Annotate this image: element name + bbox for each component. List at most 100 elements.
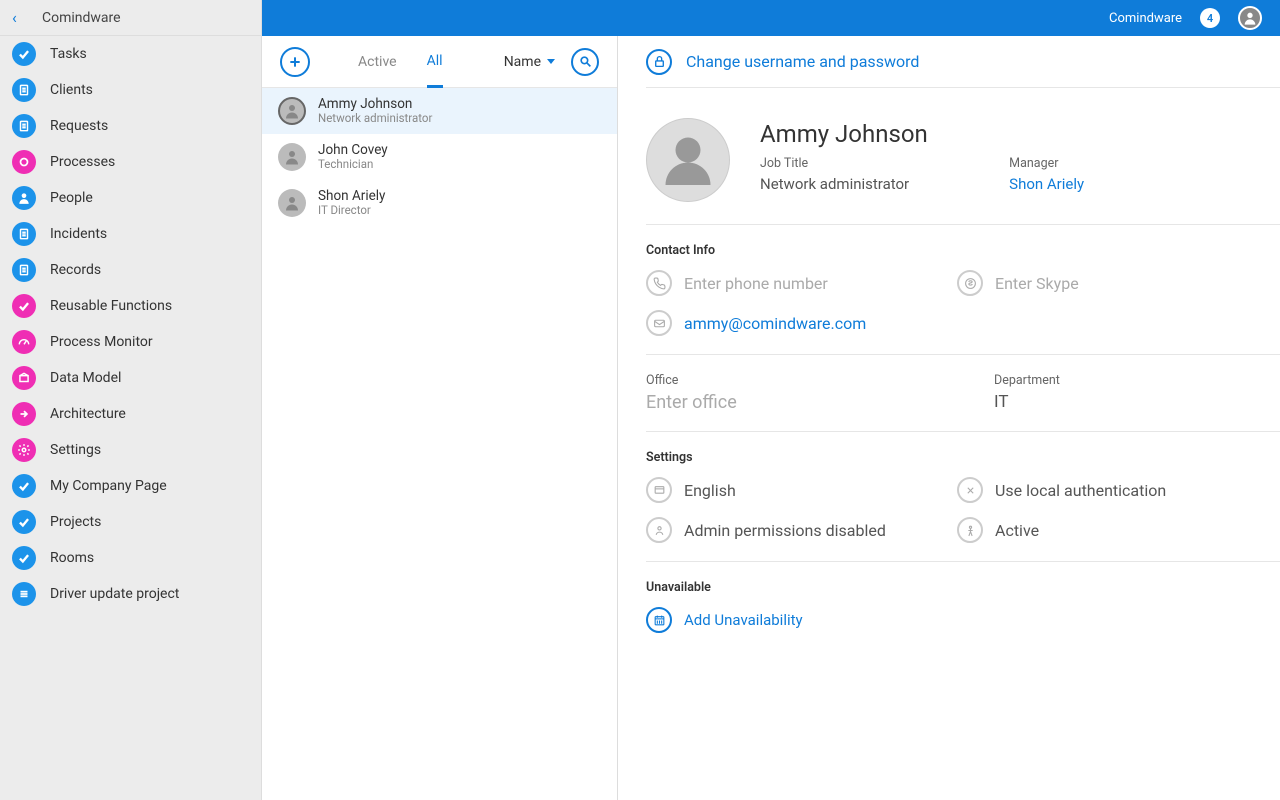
manager-link[interactable]: Shon Ariely	[1009, 175, 1084, 193]
box-icon	[12, 366, 36, 390]
tab-active[interactable]: Active	[358, 36, 397, 87]
sidebar-item-architecture[interactable]: Architecture	[0, 396, 261, 432]
profile-avatar[interactable]	[646, 118, 730, 202]
doc-icon	[12, 78, 36, 102]
sidebar-item-tasks[interactable]: Tasks	[0, 36, 261, 72]
person-name: John Covey	[318, 142, 388, 158]
calendar-icon	[646, 607, 672, 633]
admin-value[interactable]: Admin permissions disabled	[684, 521, 886, 540]
person-role: Network administrator	[318, 112, 432, 126]
notification-badge[interactable]: 4	[1200, 8, 1220, 28]
sidebar-item-my-company-page[interactable]: My Company Page	[0, 468, 261, 504]
office-input[interactable]: Enter office	[646, 392, 904, 413]
sidebar-item-label: Tasks	[50, 46, 87, 62]
status-value[interactable]: Active	[995, 521, 1039, 540]
sidebar-item-data-model[interactable]: Data Model	[0, 360, 261, 396]
person-role: IT Director	[318, 204, 385, 218]
status-icon	[957, 517, 983, 543]
sidebar-item-label: Incidents	[50, 226, 107, 242]
sidebar-item-label: Data Model	[50, 370, 121, 386]
avatar	[278, 189, 306, 217]
sidebar-item-processes[interactable]: Processes	[0, 144, 261, 180]
email-icon	[646, 310, 672, 336]
lines-icon	[12, 582, 36, 606]
sidebar-item-label: People	[50, 190, 93, 206]
doc-icon	[12, 114, 36, 138]
person-name: Ammy Johnson	[318, 96, 432, 112]
circle-icon	[12, 150, 36, 174]
sidebar-item-people[interactable]: People	[0, 180, 261, 216]
sidebar-item-label: Process Monitor	[50, 334, 153, 350]
sidebar-item-process-monitor[interactable]: Process Monitor	[0, 324, 261, 360]
phone-input[interactable]: Enter phone number	[684, 274, 828, 293]
user-avatar[interactable]	[1238, 6, 1262, 30]
arrow-icon	[12, 402, 36, 426]
check-icon	[12, 546, 36, 570]
check-icon	[12, 42, 36, 66]
manager-label: Manager	[1009, 156, 1084, 171]
department-label: Department	[994, 373, 1252, 388]
sort-dropdown[interactable]: Name	[504, 54, 555, 70]
sidebar-item-label: Requests	[50, 118, 108, 134]
top-brand: Comindware	[1109, 11, 1182, 26]
sidebar-item-projects[interactable]: Projects	[0, 504, 261, 540]
topbar: Comindware 4	[262, 0, 1280, 36]
gear-icon	[12, 438, 36, 462]
add-button[interactable]	[280, 47, 310, 77]
search-button[interactable]	[571, 48, 599, 76]
sidebar-item-label: Reusable Functions	[50, 298, 172, 314]
change-credentials-link[interactable]: Change username and password	[686, 52, 919, 71]
sidebar-item-clients[interactable]: Clients	[0, 72, 261, 108]
language-icon	[646, 477, 672, 503]
sidebar-item-label: Settings	[50, 442, 101, 458]
office-label: Office	[646, 373, 904, 388]
sidebar-item-label: Rooms	[50, 550, 94, 566]
tab-all[interactable]: All	[427, 37, 443, 88]
avatar	[278, 143, 306, 171]
lock-icon	[646, 49, 672, 75]
sidebar: ‹ Comindware Tasks Clients Requests Process…	[0, 0, 262, 800]
sidebar-item-settings[interactable]: Settings	[0, 432, 261, 468]
auth-icon	[957, 477, 983, 503]
sidebar-title: Comindware	[42, 10, 121, 26]
person-list-item[interactable]: Ammy JohnsonNetwork administrator	[262, 88, 617, 134]
settings-label: Settings	[646, 450, 1252, 465]
gauge-icon	[12, 330, 36, 354]
people-list-panel: Active All Name Ammy JohnsonNetwork admi…	[262, 36, 618, 800]
sidebar-item-label: Projects	[50, 514, 101, 530]
sidebar-item-label: Records	[50, 262, 101, 278]
sidebar-item-incidents[interactable]: Incidents	[0, 216, 261, 252]
email-link[interactable]: ammy@comindware.com	[684, 314, 866, 333]
sidebar-item-reusable-functions[interactable]: Reusable Functions	[0, 288, 261, 324]
person-list-item[interactable]: Shon ArielyIT Director	[262, 180, 617, 226]
add-unavailability-link[interactable]: Add Unavailability	[646, 607, 1252, 633]
person-role: Technician	[318, 158, 388, 172]
person-list-item[interactable]: John CoveyTechnician	[262, 134, 617, 180]
person-name: Shon Ariely	[318, 188, 385, 204]
doc-icon	[12, 222, 36, 246]
contact-info-label: Contact Info	[646, 243, 1252, 258]
job-title-value: Network administrator	[760, 175, 909, 193]
skype-input[interactable]: Enter Skype	[995, 274, 1079, 293]
phone-icon	[646, 270, 672, 296]
check-icon	[12, 510, 36, 534]
sidebar-item-records[interactable]: Records	[0, 252, 261, 288]
sidebar-item-label: Processes	[50, 154, 115, 170]
sidebar-back[interactable]: ‹ Comindware	[0, 0, 261, 36]
list-toolbar: Active All Name	[262, 36, 617, 88]
job-title-label: Job Title	[760, 156, 909, 171]
sidebar-item-rooms[interactable]: Rooms	[0, 540, 261, 576]
caret-down-icon	[547, 59, 555, 64]
language-value[interactable]: English	[684, 481, 736, 500]
sidebar-item-label: My Company Page	[50, 478, 167, 494]
skype-icon	[957, 270, 983, 296]
profile-name: Ammy Johnson	[760, 120, 1252, 148]
unavailable-label: Unavailable	[646, 580, 1252, 595]
auth-value[interactable]: Use local authentication	[995, 481, 1166, 500]
sidebar-item-requests[interactable]: Requests	[0, 108, 261, 144]
sidebar-item-driver-update-project[interactable]: Driver update project	[0, 576, 261, 612]
person-icon	[12, 186, 36, 210]
admin-icon	[646, 517, 672, 543]
chevron-left-icon: ‹	[12, 8, 32, 27]
sidebar-item-label: Driver update project	[50, 586, 179, 602]
